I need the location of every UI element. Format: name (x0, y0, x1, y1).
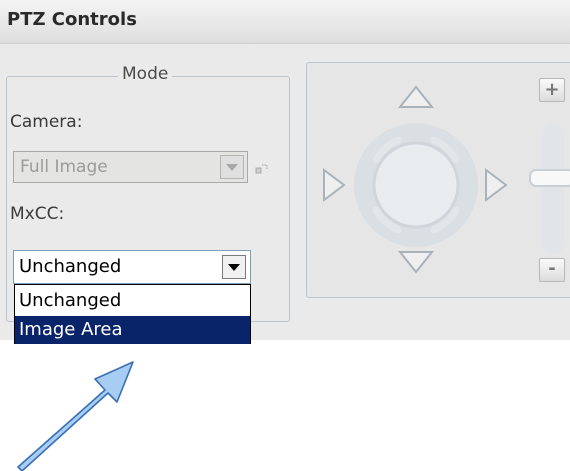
annotation-arrow-icon (17, 361, 134, 471)
zoom-out-button[interactable]: - (539, 258, 565, 282)
camera-select-value: Full Image (20, 157, 108, 177)
pad-ring (354, 123, 478, 247)
mxcc-dropdown-list: Unchanged Image Area (14, 284, 251, 344)
camera-dropdown-button (220, 155, 244, 179)
mxcc-option-unchanged[interactable]: Unchanged (15, 287, 250, 316)
link-icon (255, 164, 268, 174)
chevron-down-icon (226, 164, 238, 171)
mode-legend: Mode (118, 64, 173, 84)
pan-right-icon[interactable] (485, 168, 508, 202)
zoom-slider-handle[interactable] (529, 169, 570, 187)
zoom-slider-track[interactable] (542, 124, 564, 254)
mxcc-dropdown-button[interactable] (222, 255, 246, 279)
mxcc-select-value: Unchanged (19, 256, 122, 277)
chevron-down-icon (228, 264, 240, 271)
ptz-pad (323, 85, 570, 274)
mxcc-label: MxCC: (10, 204, 65, 224)
pan-down-icon[interactable] (397, 251, 435, 274)
camera-select: Full Image (13, 151, 248, 183)
pan-up-icon[interactable] (397, 85, 435, 108)
pan-left-icon[interactable] (323, 168, 346, 202)
zoom-in-button[interactable]: + (539, 78, 565, 102)
mxcc-select[interactable]: Unchanged (13, 250, 251, 284)
camera-label: Camera: (10, 112, 83, 132)
panel-title: PTZ Controls (7, 9, 137, 30)
